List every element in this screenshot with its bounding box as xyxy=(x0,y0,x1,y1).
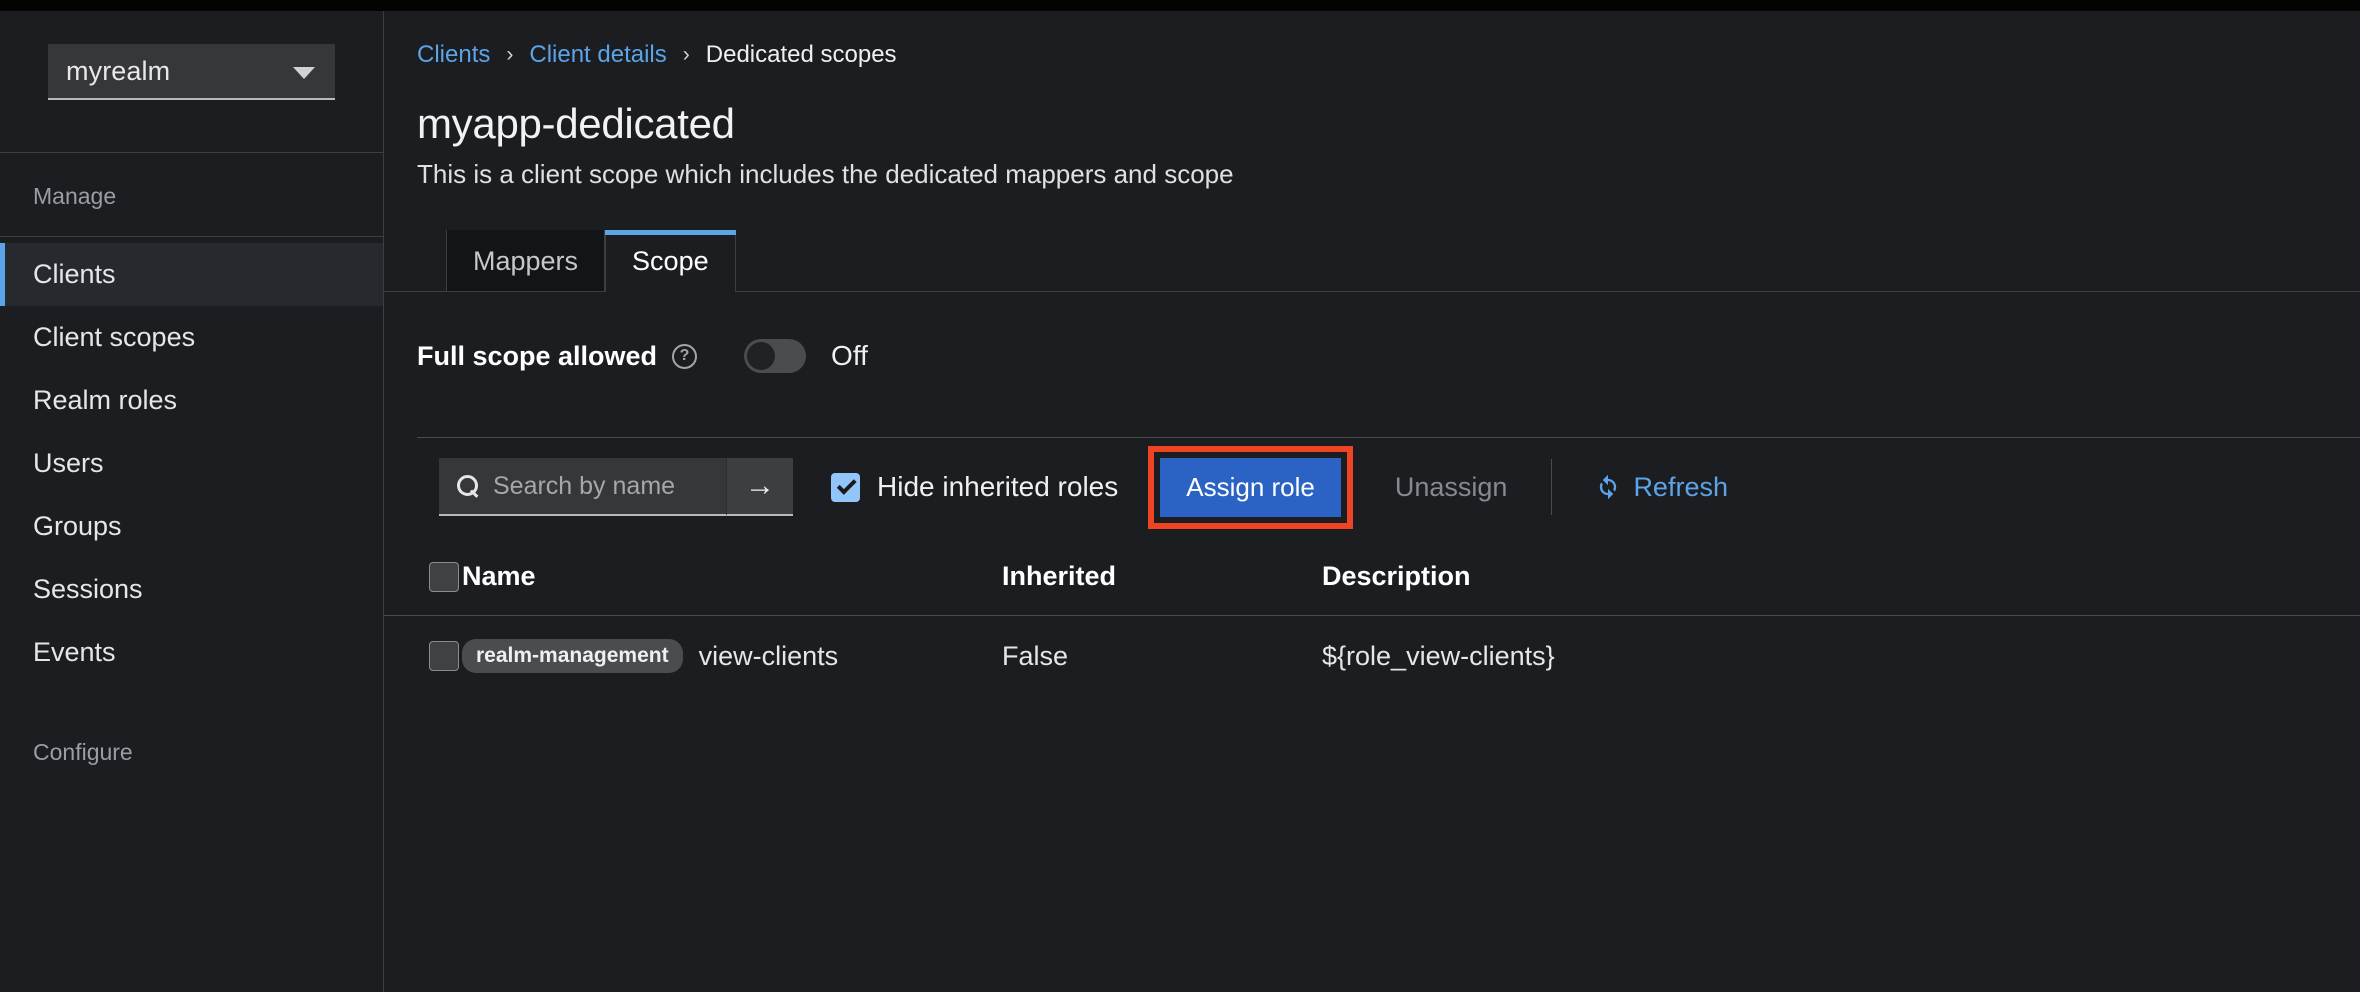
refresh-icon xyxy=(1594,473,1622,501)
tab-scope[interactable]: Scope xyxy=(605,230,736,292)
tab-mappers[interactable]: Mappers xyxy=(446,230,605,292)
search-group: → xyxy=(439,458,793,516)
sidebar: myrealm Manage Clients Client scopes Rea… xyxy=(0,11,384,992)
sidebar-item-users[interactable]: Users xyxy=(0,432,383,495)
sidebar-item-realm-roles[interactable]: Realm roles xyxy=(0,369,383,432)
table-row[interactable]: realm-management view-clients False ${ro… xyxy=(384,616,2360,696)
search-submit-button[interactable]: → xyxy=(726,458,793,516)
sidebar-item-sessions[interactable]: Sessions xyxy=(0,558,383,621)
table-header-select-all-cell xyxy=(384,562,462,592)
hide-inherited-roles-label: Hide inherited roles xyxy=(877,471,1118,503)
breadcrumb-item-client-details[interactable]: Client details xyxy=(529,41,666,69)
realm-selector-value: myrealm xyxy=(66,56,170,87)
sidebar-item-label: Users xyxy=(33,448,104,478)
table-header-inherited: Inherited xyxy=(1002,561,1322,592)
table-cell-name: realm-management view-clients xyxy=(462,639,1002,673)
sidebar-group-manage-label: Manage xyxy=(0,153,383,236)
breadcrumb-separator-icon: › xyxy=(683,43,690,67)
page-subtitle: This is a client scope which includes th… xyxy=(384,148,2360,190)
tab-label: Mappers xyxy=(473,246,578,277)
unassign-button[interactable]: Unassign xyxy=(1395,472,1508,503)
sidebar-item-label: Events xyxy=(33,637,116,667)
sidebar-item-label: Clients xyxy=(33,259,116,289)
full-scope-allowed-state: Off xyxy=(831,340,868,372)
table-header-description: Description xyxy=(1322,561,2360,592)
full-scope-allowed-toggle[interactable] xyxy=(744,339,806,373)
select-all-checkbox[interactable] xyxy=(429,562,459,592)
roles-table: Name Inherited Description realm-managem… xyxy=(384,538,2360,696)
sidebar-item-label: Sessions xyxy=(33,574,143,604)
table-cell-inherited: False xyxy=(1002,641,1322,672)
breadcrumb-separator-icon: › xyxy=(506,43,513,67)
hide-inherited-roles-checkbox[interactable]: Hide inherited roles xyxy=(831,471,1118,503)
page-title: myapp-dedicated xyxy=(384,69,2360,148)
realm-selector[interactable]: myrealm xyxy=(48,44,335,100)
breadcrumb-item-clients[interactable]: Clients xyxy=(417,41,490,69)
arrow-right-icon: → xyxy=(745,471,775,501)
full-scope-allowed-label: Full scope allowed xyxy=(417,341,657,372)
realm-selector-container: myrealm xyxy=(0,11,383,100)
breadcrumb-item-dedicated-scopes: Dedicated scopes xyxy=(706,41,897,69)
role-client-badge: realm-management xyxy=(462,639,683,673)
sidebar-group-configure-label: Configure xyxy=(0,684,383,766)
question-circle-icon[interactable]: ? xyxy=(672,344,697,369)
toggle-knob xyxy=(747,342,775,370)
refresh-label: Refresh xyxy=(1633,472,1728,503)
window-top-bar xyxy=(0,0,2360,11)
assign-role-button[interactable]: Assign role xyxy=(1160,458,1341,517)
table-header-row: Name Inherited Description xyxy=(384,538,2360,616)
full-scope-allowed-row: Full scope allowed ? Off xyxy=(384,292,2360,373)
chevron-down-icon xyxy=(293,67,315,79)
row-checkbox[interactable] xyxy=(429,641,459,671)
tab-bar: Mappers Scope xyxy=(384,230,2360,292)
sidebar-nav-list: Clients Client scopes Realm roles Users … xyxy=(0,237,383,684)
sidebar-item-label: Groups xyxy=(33,511,122,541)
sidebar-item-label: Client scopes xyxy=(33,322,195,352)
main-content: Clients › Client details › Dedicated sco… xyxy=(384,11,2360,992)
sidebar-item-events[interactable]: Events xyxy=(0,621,383,684)
sidebar-item-label: Realm roles xyxy=(33,385,177,415)
sidebar-item-clients[interactable]: Clients xyxy=(0,243,383,306)
table-row-select-cell xyxy=(384,641,462,671)
sidebar-item-client-scopes[interactable]: Client scopes xyxy=(0,306,383,369)
breadcrumb: Clients › Client details › Dedicated sco… xyxy=(384,11,2360,69)
tab-label: Scope xyxy=(632,246,709,277)
refresh-button[interactable]: Refresh xyxy=(1594,472,1728,503)
checkbox-checked-icon xyxy=(831,473,860,502)
app-root: myrealm Manage Clients Client scopes Rea… xyxy=(0,0,2360,992)
table-header-name: Name xyxy=(462,561,1002,592)
search-input[interactable] xyxy=(493,472,726,501)
search-field[interactable] xyxy=(439,458,726,516)
role-name-text: view-clients xyxy=(699,641,839,672)
toolbar-vertical-separator xyxy=(1551,459,1552,515)
roles-toolbar: → Hide inherited roles Assign role Unass… xyxy=(384,438,2360,506)
table-cell-description: ${role_view-clients} xyxy=(1322,641,2360,672)
sidebar-item-groups[interactable]: Groups xyxy=(0,495,383,558)
assign-role-highlight-box: Assign role xyxy=(1148,446,1353,529)
search-icon xyxy=(457,475,479,497)
